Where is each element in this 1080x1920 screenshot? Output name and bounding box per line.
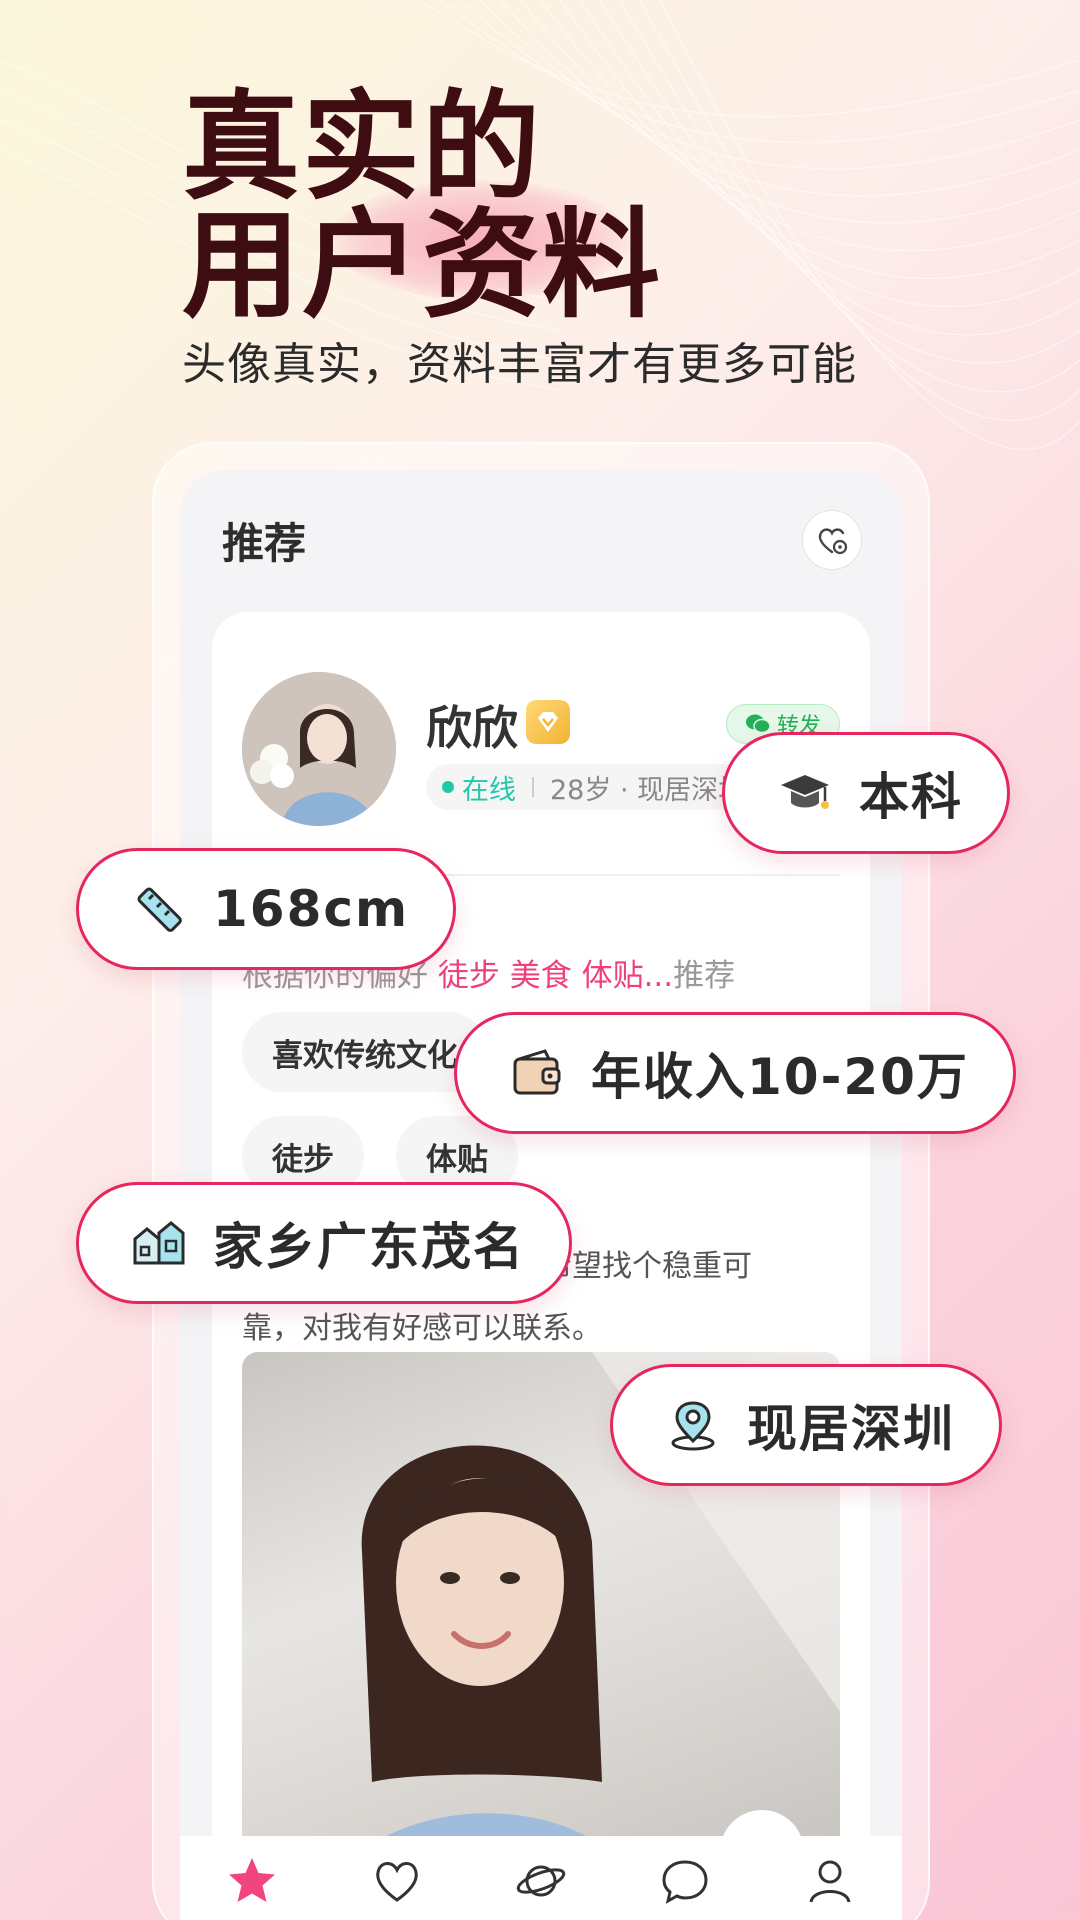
hero-title-line-1: 真实的 bbox=[182, 78, 543, 216]
status-divider bbox=[532, 777, 534, 797]
residence-chip: 现居深圳 bbox=[610, 1364, 1002, 1486]
filter-heart-button[interactable] bbox=[802, 510, 862, 570]
interest-tag[interactable]: 喜欢传统文化 bbox=[242, 1012, 488, 1092]
bottom-tab-bar bbox=[180, 1836, 902, 1920]
verified-badge-icon bbox=[526, 700, 570, 744]
education-label: 本科 bbox=[859, 768, 963, 826]
recommend-suffix: 推荐 bbox=[673, 958, 736, 994]
hero-title-line-2: 用户资料 bbox=[182, 196, 663, 334]
avatar-illustration bbox=[242, 672, 396, 826]
education-chip: 本科 bbox=[722, 732, 1010, 854]
tab-heart-icon[interactable] bbox=[370, 1854, 424, 1908]
tab-star-icon[interactable] bbox=[225, 1854, 279, 1908]
avatar[interactable] bbox=[242, 672, 396, 826]
tab-chat-icon[interactable] bbox=[658, 1854, 712, 1908]
income-label: 年收入10-20万 bbox=[591, 1048, 969, 1106]
ruler-icon bbox=[137, 887, 182, 932]
buildings-icon bbox=[133, 1221, 185, 1265]
height-label: 168cm bbox=[213, 880, 410, 938]
bio-line-2: 靠，对我有好感可以联系。 bbox=[242, 1311, 602, 1346]
online-dot-icon bbox=[442, 781, 454, 793]
graduation-cap-icon bbox=[781, 775, 829, 809]
location-pin-icon bbox=[671, 1401, 715, 1451]
heart-settings-icon bbox=[818, 528, 848, 555]
hero-title: 真实的 用户资料 bbox=[182, 88, 662, 324]
tab-profile-icon[interactable] bbox=[803, 1854, 857, 1908]
wallet-icon bbox=[513, 1049, 561, 1095]
hometown-chip: 家乡广东茂名 bbox=[76, 1182, 572, 1304]
hometown-label: 家乡广东茂名 bbox=[213, 1218, 525, 1276]
hero-subtitle: 头像真实，资料丰富才有更多可能 bbox=[182, 339, 857, 390]
recommend-keywords: 徒步 美食 体贴... bbox=[437, 958, 674, 994]
profile-name: 欣欣 bbox=[426, 701, 518, 755]
online-status: 在线 bbox=[462, 774, 516, 806]
income-chip: 年收入10-20万 bbox=[454, 1012, 1016, 1134]
tab-planet-icon[interactable] bbox=[514, 1854, 568, 1908]
height-chip: 168cm bbox=[76, 848, 457, 970]
section-title: 推荐 bbox=[222, 519, 307, 568]
residence-label: 现居深圳 bbox=[747, 1400, 955, 1458]
profile-meta: 28岁 · 现居深圳 bbox=[550, 774, 746, 806]
wechat-icon bbox=[745, 714, 771, 734]
